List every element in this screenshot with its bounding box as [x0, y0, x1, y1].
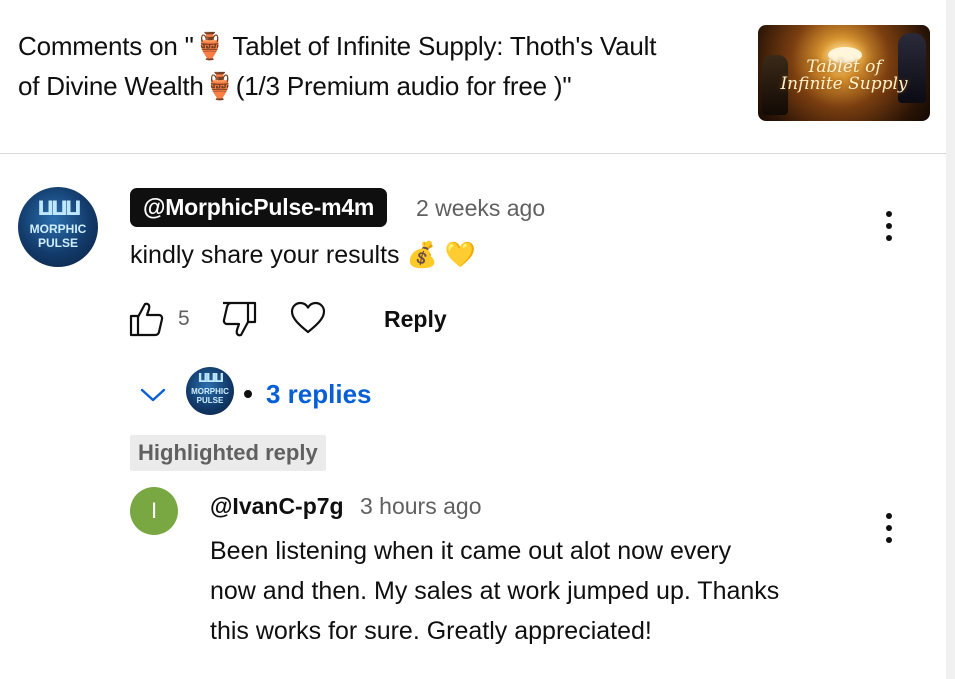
avatar-logo-icon: ⵡⵡⵡ	[37, 198, 81, 220]
comments-header: Comments on "🏺 Tablet of Infinite Supply…	[0, 0, 946, 154]
avatar-text-line-1: MORPHIC	[29, 222, 87, 236]
thumbnail-title: Tablet of Infinite Supply	[758, 59, 930, 93]
avatar-text-line-2: PULSE	[196, 396, 224, 405]
title-line-1: Comments on "🏺 Tablet of Infinite Supply…	[18, 31, 657, 61]
comment-text: kindly share your results 💰 💛	[130, 241, 476, 269]
separator-dot	[244, 390, 252, 398]
author-avatar[interactable]: ⵡⵡⵡ MORPHIC PULSE	[18, 187, 98, 267]
video-thumbnail[interactable]: Tablet of Infinite Supply	[758, 25, 930, 121]
scrollbar[interactable]	[946, 0, 955, 679]
thumb-up-icon[interactable]	[128, 300, 164, 338]
avatar-text-line-1: MORPHIC	[191, 387, 229, 396]
chevron-down-icon[interactable]	[139, 385, 167, 405]
like-count: 5	[178, 307, 190, 330]
title-line-2: of Divine Wealth🏺(1/3 Premium audio for …	[18, 71, 572, 101]
thumb-down-icon[interactable]	[220, 300, 258, 338]
reply-text: Been listening when it came out alot now…	[210, 531, 870, 651]
heart-icon[interactable]	[290, 301, 326, 335]
highlighted-reply-badge: Highlighted reply	[130, 435, 326, 471]
replier-avatar[interactable]: ⵡⵡⵡ MORPHIC PULSE	[186, 367, 234, 415]
reply-author-avatar[interactable]: I	[130, 487, 178, 535]
comment-author[interactable]: @MorphicPulse-m4m	[130, 188, 388, 227]
reply-timestamp[interactable]: 3 hours ago	[360, 491, 481, 521]
replies-toggle[interactable]: 3 replies	[266, 377, 372, 411]
reply-author[interactable]: @IvanC-p7g	[210, 491, 344, 521]
reply-text-line-1: Been listening when it came out alot now…	[210, 537, 732, 565]
avatar-text-line-2: PULSE	[37, 236, 78, 250]
reply-text-line-2: now and then. My sales at work jumped up…	[210, 577, 780, 605]
thumbnail-title-line-2: Infinite Supply	[780, 74, 908, 94]
comment-timestamp[interactable]: 2 weeks ago	[416, 193, 545, 223]
reply-button[interactable]: Reply	[372, 299, 459, 339]
page-title: Comments on "🏺 Tablet of Infinite Supply…	[18, 26, 738, 106]
cutoff-action-row	[340, 674, 370, 679]
more-vert-icon[interactable]	[885, 513, 893, 549]
avatar-logo-icon: ⵡⵡⵡ	[197, 371, 224, 385]
reply-text-line-3: this works for sure. Greatly appreciated…	[210, 617, 652, 645]
more-vert-icon[interactable]	[885, 211, 893, 247]
